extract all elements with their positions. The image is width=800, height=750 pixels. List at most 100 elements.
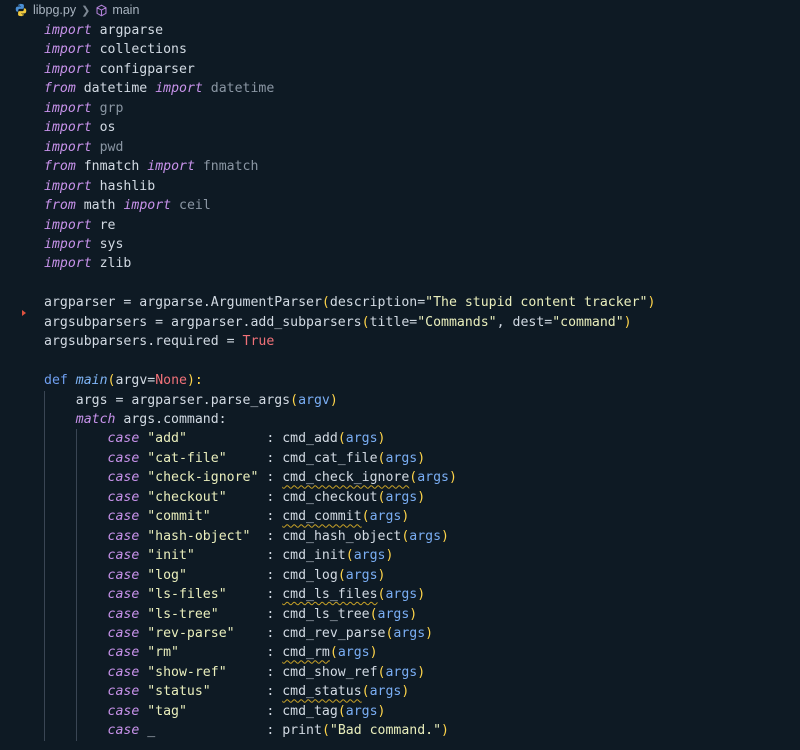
code-identifier: os xyxy=(99,120,116,136)
code-keyword: import xyxy=(44,178,92,194)
case-handler: cmd_log xyxy=(282,567,338,583)
code-keyword: case xyxy=(107,489,140,505)
code-keyword: case xyxy=(107,684,140,700)
case-label: "hash-object" xyxy=(147,528,251,544)
breakpoint-marker-icon[interactable] xyxy=(22,310,26,316)
code-keyword: import xyxy=(44,42,92,58)
code-line-import: import sys xyxy=(44,235,123,254)
case-handler: cmd_status xyxy=(282,684,362,700)
code-paren: ) xyxy=(417,450,426,466)
code-colon: : xyxy=(266,684,283,700)
code-call: argparser.add_subparsers xyxy=(171,314,362,330)
code-argument: args xyxy=(393,625,426,641)
case-label: "rev-parse" xyxy=(147,625,235,641)
code-paren: ( xyxy=(369,606,378,622)
code-colon: : xyxy=(266,606,283,622)
code-colon: : xyxy=(266,723,283,739)
code-colon: : xyxy=(266,450,283,466)
code-function-name: main xyxy=(75,373,108,389)
code-paren: ) xyxy=(441,723,449,739)
code-argument: args xyxy=(345,431,378,447)
code-keyword: match xyxy=(75,412,116,427)
case-label: "log" xyxy=(147,567,187,583)
code-colon: : xyxy=(266,489,283,505)
case-label: "cat-file" xyxy=(147,450,227,466)
code-call: print xyxy=(282,723,322,739)
code-keyword: def xyxy=(44,373,68,389)
code-argument: args xyxy=(345,703,378,719)
code-colon: : xyxy=(266,548,283,564)
code-identifier: configparser xyxy=(99,61,195,77)
breadcrumb-symbol[interactable]: main xyxy=(112,3,139,17)
breadcrumb-file[interactable]: libpg.py xyxy=(33,3,76,17)
code-identifier: ceil xyxy=(179,198,211,214)
case-handler: cmd_show_ref xyxy=(282,664,378,680)
code-comma: , xyxy=(496,314,513,330)
code-line-match: match args.command: xyxy=(76,410,227,429)
code-line-import: import zlib xyxy=(44,254,131,273)
indent-guide xyxy=(44,390,45,741)
code-argument: args xyxy=(369,684,402,700)
code-keyword: case xyxy=(107,625,140,641)
code-line-import: from datetime import datetime xyxy=(44,79,274,98)
case-label: "tag" xyxy=(147,703,187,719)
code-string: "The stupid content tracker" xyxy=(425,295,648,311)
code-line-case: case "init" : cmd_init(args) xyxy=(108,546,394,565)
code-line-import: import collections xyxy=(44,40,187,59)
case-label: "status" xyxy=(147,684,211,700)
code-colon: : xyxy=(266,470,283,486)
code-line-case-default: case _ : print("Bad command.") xyxy=(108,721,449,740)
case-handler: cmd_rev_parse xyxy=(282,625,386,641)
code-line-case: case "ls-files" : cmd_ls_files(args) xyxy=(108,585,426,604)
code-string: "Bad command." xyxy=(329,723,442,739)
code-colon: : xyxy=(266,431,283,447)
chevron-right-icon: ❯ xyxy=(81,4,91,17)
code-editor[interactable]: import argparse import collections import … xyxy=(0,20,800,750)
code-identifier: argsubparsers.required xyxy=(44,334,219,350)
code-paren: ) xyxy=(377,431,386,447)
code-identifier: math xyxy=(83,198,116,214)
code-paren: ( xyxy=(361,509,370,525)
case-handler: cmd_add xyxy=(282,431,338,447)
code-argument: args xyxy=(377,606,410,622)
code-line-import: import pwd xyxy=(44,138,123,157)
code-line-case: case "show-ref" : cmd_show_ref(args) xyxy=(108,663,426,682)
code-line-required: argsubparsers.required = True xyxy=(44,332,274,351)
breadcrumb: libpg.py ❯ main xyxy=(0,0,800,20)
code-argument: args xyxy=(337,645,370,661)
code-colon: : xyxy=(266,703,283,719)
code-argument: args xyxy=(369,509,402,525)
code-keyword: case xyxy=(107,664,140,680)
code-paren: ( xyxy=(345,548,354,564)
code-identifier: sys xyxy=(99,236,124,252)
code-paren: ( xyxy=(361,314,370,330)
code-string: "command" xyxy=(552,314,624,330)
code-keyword: import xyxy=(155,81,203,97)
code-paren: ) xyxy=(449,470,457,486)
code-keyword: case xyxy=(107,431,140,447)
code-colon: : xyxy=(266,625,283,641)
code-argument: args xyxy=(385,450,418,466)
code-paren: ( xyxy=(337,703,346,719)
code-paren: ) xyxy=(623,314,632,330)
code-line-argparser: argparser = argparse.ArgumentParser(desc… xyxy=(44,293,655,312)
code-argument: args xyxy=(385,587,418,603)
code-paren: ( xyxy=(361,684,370,700)
code-keyword: case xyxy=(107,450,140,466)
code-keyword: from xyxy=(44,198,76,214)
code-identifier: re xyxy=(99,217,116,233)
code-keyword: import xyxy=(44,23,92,38)
